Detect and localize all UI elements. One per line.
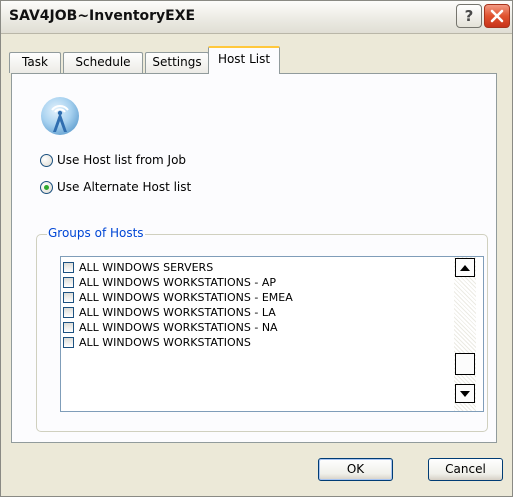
checkbox[interactable] xyxy=(63,322,74,333)
radio-label: Use Host list from Job xyxy=(57,153,187,167)
help-icon: ? xyxy=(464,7,474,25)
dialog-window: SAV4JOB~InventoryEXE ? Task Schedule Set… xyxy=(0,0,513,497)
window-title: SAV4JOB~InventoryEXE xyxy=(9,8,196,24)
ok-button[interactable]: OK xyxy=(318,458,393,481)
checkbox[interactable] xyxy=(63,262,74,273)
scroll-up-button[interactable] xyxy=(455,258,475,277)
close-icon xyxy=(490,9,504,23)
list-item[interactable]: ALL WINDOWS SERVERS xyxy=(63,260,213,275)
use-alternate-host-list-option[interactable]: Use Alternate Host list xyxy=(40,178,191,196)
arrow-up-icon xyxy=(460,264,470,271)
checkbox[interactable] xyxy=(63,307,74,318)
host-list-panel: Use Host list from Job Use Alternate Hos… xyxy=(11,73,497,443)
tab-task[interactable]: Task xyxy=(9,52,61,73)
list-item[interactable]: ALL WINDOWS WORKSTATIONS - AP xyxy=(63,275,276,290)
tab-schedule[interactable]: Schedule xyxy=(63,52,143,73)
scroll-down-button[interactable] xyxy=(455,384,475,403)
scroll-thumb[interactable] xyxy=(455,353,475,375)
use-host-list-from-job-option[interactable]: Use Host list from Job xyxy=(40,151,186,169)
help-button[interactable]: ? xyxy=(456,4,482,28)
checkbox[interactable] xyxy=(63,277,74,288)
host-group-label: ALL WINDOWS WORKSTATIONS - NA xyxy=(79,321,278,334)
list-item[interactable]: ALL WINDOWS WORKSTATIONS - NA xyxy=(63,320,278,335)
host-group-label: ALL WINDOWS WORKSTATIONS - EMEA xyxy=(79,291,293,304)
vertical-scrollbar[interactable] xyxy=(454,257,476,411)
radio-button[interactable] xyxy=(40,153,53,167)
cancel-button[interactable]: Cancel xyxy=(428,458,503,481)
list-item[interactable]: ALL WINDOWS WORKSTATIONS xyxy=(63,335,251,350)
title-bar[interactable]: SAV4JOB~InventoryEXE ? xyxy=(1,1,512,34)
hosts-listbox[interactable]: ALL WINDOWS SERVERS ALL WINDOWS WORKSTAT… xyxy=(60,256,484,412)
list-item[interactable]: ALL WINDOWS WORKSTATIONS - EMEA xyxy=(63,290,293,305)
host-group-label: ALL WINDOWS SERVERS xyxy=(79,261,214,274)
host-group-label: ALL WINDOWS WORKSTATIONS xyxy=(79,336,251,349)
tab-host-list[interactable]: Host List xyxy=(208,46,280,74)
host-group-label: ALL WINDOWS WORKSTATIONS - LA xyxy=(79,306,276,319)
list-item[interactable]: ALL WINDOWS WORKSTATIONS - LA xyxy=(63,305,276,320)
tab-settings[interactable]: Settings xyxy=(145,52,209,73)
checkbox[interactable] xyxy=(63,292,74,303)
host-group-label: ALL WINDOWS WORKSTATIONS - AP xyxy=(79,276,276,289)
radio-label: Use Alternate Host list xyxy=(57,180,192,194)
checkbox[interactable] xyxy=(63,337,74,348)
close-button[interactable] xyxy=(484,4,510,28)
groups-of-hosts-legend: Groups of Hosts xyxy=(47,226,145,240)
radio-button[interactable] xyxy=(40,180,53,194)
arrow-down-icon xyxy=(460,390,470,397)
antenna-icon xyxy=(41,97,79,135)
